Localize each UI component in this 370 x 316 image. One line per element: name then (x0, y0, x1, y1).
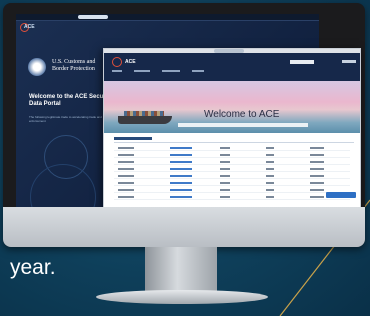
agency-name: U.S. Customs and Border Protection (52, 59, 95, 73)
table-cell (266, 175, 274, 177)
search-input[interactable] (290, 60, 314, 64)
table-cell (310, 175, 324, 177)
table-header-divider (114, 142, 354, 143)
table-row[interactable] (114, 160, 350, 165)
table-row[interactable] (114, 195, 350, 200)
table-cell (266, 168, 274, 170)
cbp-seal-icon (28, 58, 46, 76)
cargo-ship-image (118, 116, 172, 124)
table-cell (310, 182, 324, 184)
table-cell (118, 182, 134, 184)
table-cell (118, 196, 134, 198)
agency-line-2: Border Protection (52, 66, 95, 72)
table-cell (118, 161, 134, 163)
user-menu[interactable] (342, 60, 356, 63)
app-label: ACE (24, 24, 35, 30)
table-cell (310, 154, 324, 156)
table-cell (118, 147, 134, 149)
table-row[interactable] (114, 181, 350, 186)
agency-line-1: U.S. Customs and (52, 59, 96, 65)
table-cell (220, 161, 230, 163)
table-cell (118, 189, 134, 191)
action-button[interactable] (326, 192, 356, 198)
table-cell (310, 161, 324, 163)
table-title (114, 137, 152, 140)
table-cell (220, 196, 230, 198)
table-cell-link[interactable] (170, 196, 192, 198)
table-cell (310, 196, 324, 198)
table-cell (266, 154, 274, 156)
portal-welcome-subtitle: The following legitimate trade to accele… (29, 115, 102, 123)
table-cell-link[interactable] (170, 147, 192, 149)
monitor-stand-base (96, 290, 268, 304)
table-cell-link[interactable] (170, 154, 192, 156)
caption-text: year. (10, 256, 56, 279)
hero-title: Welcome to ACE (204, 109, 280, 120)
browser-tab[interactable] (78, 15, 108, 19)
table-cell (220, 175, 230, 177)
decorative-circle (30, 164, 96, 210)
table-cell-link[interactable] (170, 189, 192, 191)
table-cell (118, 168, 134, 170)
table-cell-link[interactable] (170, 168, 192, 170)
ace-logo-icon (112, 57, 122, 67)
table-row[interactable] (114, 153, 350, 158)
top-navigation (104, 53, 360, 81)
table-row[interactable] (114, 174, 350, 179)
table-cell (220, 168, 230, 170)
table-cell (310, 147, 324, 149)
table-cell-link[interactable] (170, 175, 192, 177)
table-cell-link[interactable] (170, 182, 192, 184)
nav-menu-item[interactable] (112, 70, 122, 72)
table-cell (266, 161, 274, 163)
table-row[interactable] (114, 167, 350, 172)
table-cell-link[interactable] (170, 161, 192, 163)
hero-search-bar[interactable] (178, 123, 308, 127)
table-cell (310, 168, 324, 170)
table-cell (266, 189, 274, 191)
table-cell (310, 189, 324, 191)
monitor-stand-neck (145, 247, 217, 293)
app-label: ACE (125, 59, 136, 65)
monitor-chin (3, 207, 365, 247)
table-cell (266, 196, 274, 198)
table-cell (220, 154, 230, 156)
table-cell (220, 147, 230, 149)
table-cell (266, 147, 274, 149)
table-cell (266, 182, 274, 184)
table-row[interactable] (114, 188, 350, 193)
table-cell (220, 182, 230, 184)
ace-welcome-screen: ACE Welcome to ACE (103, 48, 361, 210)
table-row[interactable] (114, 146, 350, 151)
nav-menu-item[interactable] (162, 70, 180, 72)
table-cell (118, 154, 134, 156)
table-cell (118, 175, 134, 177)
browser-titlebar (16, 14, 319, 21)
nav-menu-item[interactable] (192, 70, 204, 72)
nav-menu-item[interactable] (134, 70, 150, 72)
table-cell (220, 189, 230, 191)
